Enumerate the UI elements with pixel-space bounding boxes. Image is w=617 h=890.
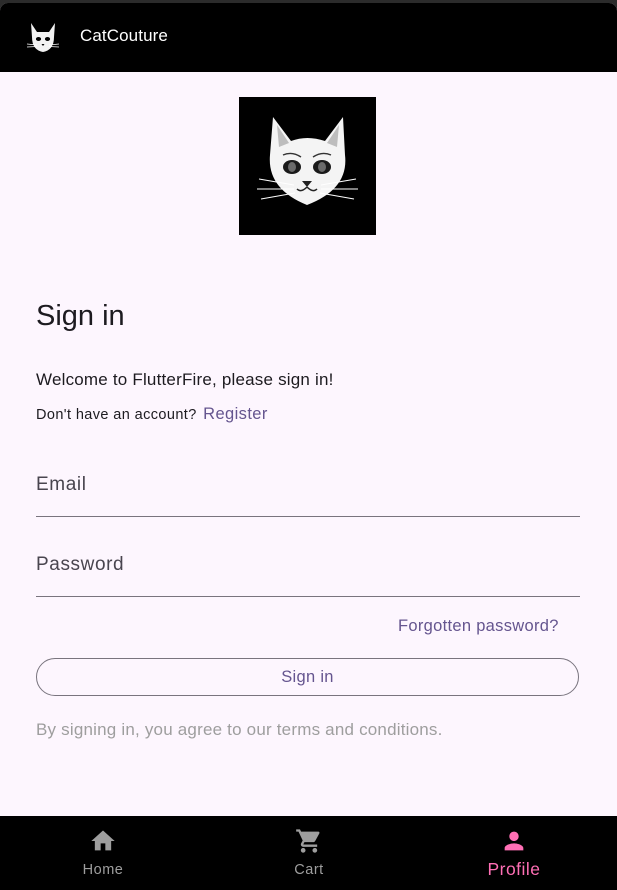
- nav-item-profile[interactable]: Profile: [411, 816, 617, 890]
- nav-label-cart: Cart: [294, 862, 324, 878]
- app-title: CatCouture: [80, 26, 168, 45]
- email-input[interactable]: [36, 461, 580, 516]
- app-bar: CatCouture: [0, 3, 617, 72]
- password-input[interactable]: [36, 541, 580, 596]
- register-link[interactable]: Register: [203, 405, 268, 423]
- person-icon: [504, 831, 524, 851]
- nav-item-cart[interactable]: Cart: [206, 816, 412, 890]
- forgot-password-link[interactable]: Forgotten password?: [398, 617, 559, 636]
- cat-logo-icon: [23, 17, 63, 57]
- welcome-message: Welcome to FlutterFire, please sign in!: [36, 370, 334, 389]
- nav-label-profile: Profile: [487, 859, 541, 879]
- register-prompt: Don't have an account? Register: [36, 405, 268, 424]
- terms-text: By signing in, you agree to our terms an…: [36, 720, 443, 739]
- nav-item-home[interactable]: Home: [0, 816, 206, 890]
- cat-hero-image: [239, 97, 376, 235]
- page-title: Sign in: [36, 300, 125, 332]
- app-window: CatCouture Sign in Welcome to FlutterFir…: [0, 3, 617, 890]
- cart-icon: [296, 829, 320, 853]
- sign-in-button[interactable]: Sign in: [36, 658, 579, 696]
- no-account-text: Don't have an account?: [36, 407, 197, 423]
- nav-label-home: Home: [82, 862, 124, 878]
- password-field[interactable]: Password: [36, 541, 580, 597]
- email-field[interactable]: Email: [36, 461, 580, 517]
- home-icon: [91, 830, 115, 851]
- bottom-navigation: Home Cart Profile: [0, 816, 617, 890]
